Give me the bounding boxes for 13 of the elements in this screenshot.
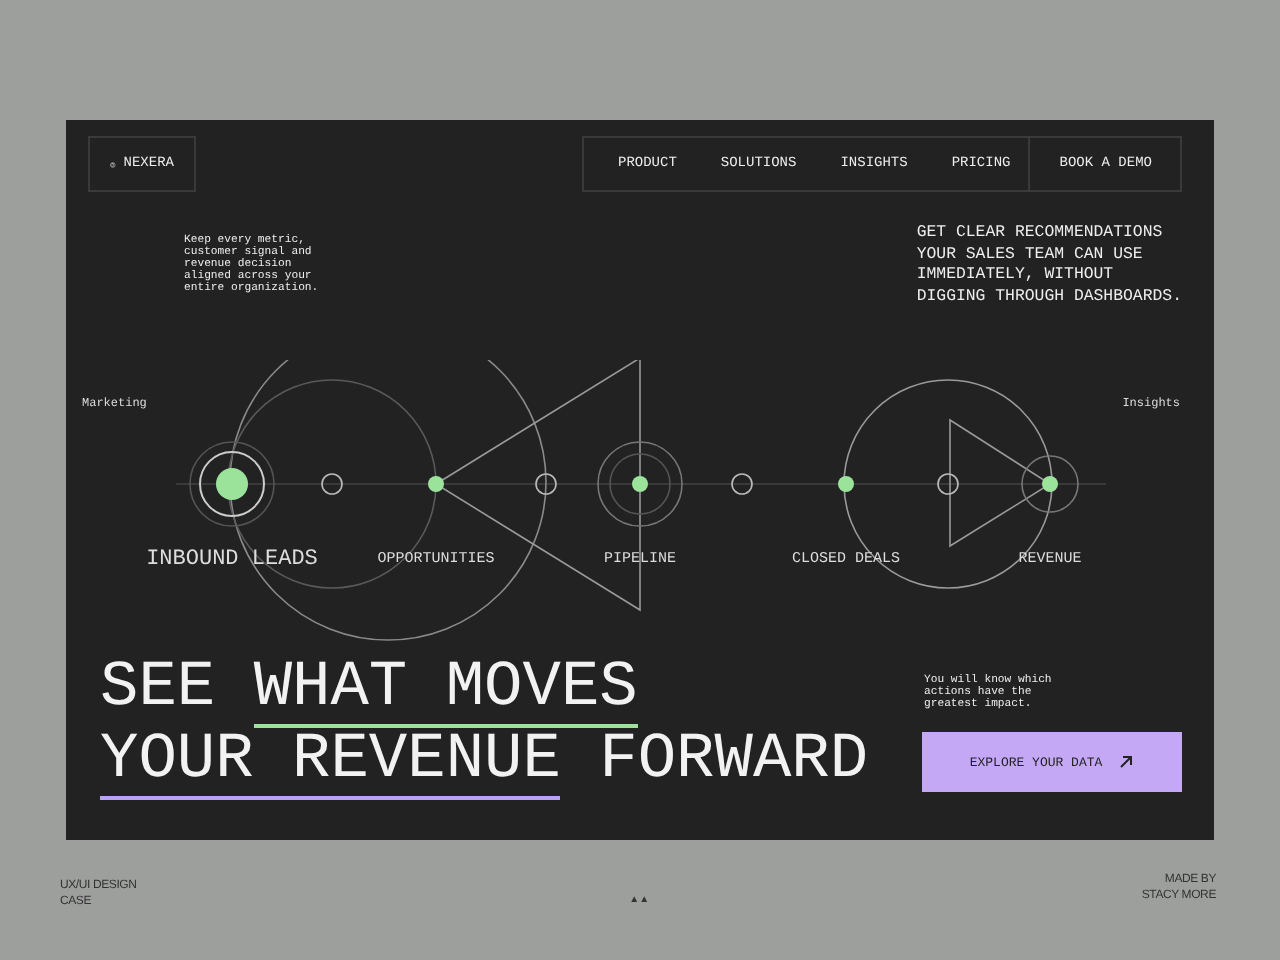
hero-headline: SEE WHAT MOVES YOUR REVENUE FORWARD — [100, 652, 869, 796]
step-marker — [535, 473, 557, 495]
stage-node — [428, 476, 444, 492]
stage-node — [597, 441, 683, 527]
stage-node — [838, 476, 854, 492]
step-marker — [731, 473, 753, 495]
stage-node — [189, 441, 275, 527]
stage-label: INBOUND LEADS — [146, 548, 318, 572]
step-marker — [321, 473, 343, 495]
arrow-icon — [1118, 754, 1135, 770]
intro-heading: GET CLEAR RECOMMENDATIONS YOUR SALES TEAM CAN USE IMMEDIATELY, WITHOUT DIGGING THROUGH DASHBOARDS. — [916, 224, 1182, 308]
stage-node — [1021, 455, 1079, 513]
step-marker — [937, 473, 959, 495]
